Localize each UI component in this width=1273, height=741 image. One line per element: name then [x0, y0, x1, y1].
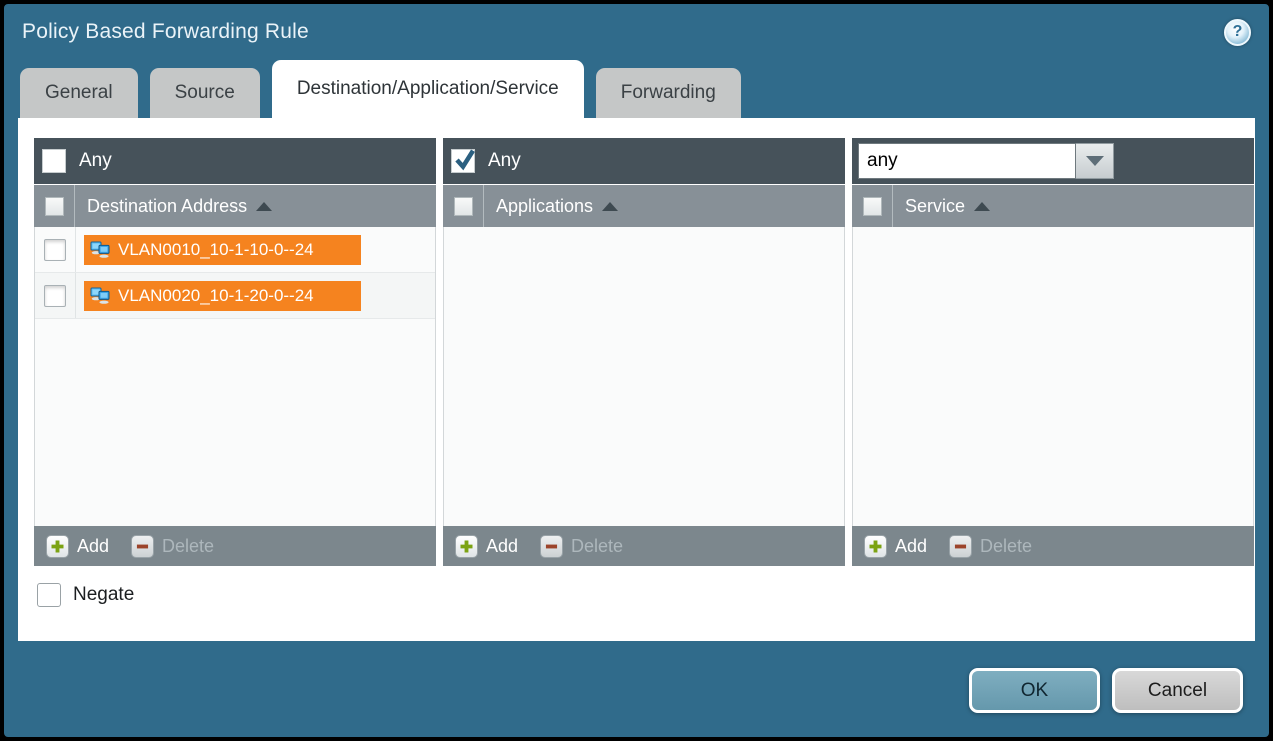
- row-checkbox-cell: [35, 227, 76, 272]
- destination-any-header: Any: [34, 138, 436, 184]
- add-button[interactable]: Add: [455, 535, 518, 558]
- applications-select-all-checkbox[interactable]: [454, 197, 473, 216]
- negate-label: Negate: [73, 584, 134, 606]
- policy-based-forwarding-dialog: Policy Based Forwarding Rule ? General S…: [0, 0, 1273, 741]
- item-label: VLAN0010_10-1-10-0--24: [118, 240, 314, 260]
- service-footer: Add Delete: [852, 526, 1254, 566]
- tab-bar: General Source Destination/Application/S…: [4, 60, 1269, 118]
- delete-button[interactable]: Delete: [131, 535, 214, 558]
- destination-header-checkbox-cell: [34, 185, 75, 227]
- add-button[interactable]: Add: [864, 535, 927, 558]
- service-column-header-row[interactable]: Service: [852, 184, 1254, 227]
- minus-icon: [540, 535, 563, 558]
- delete-label: Delete: [980, 536, 1032, 557]
- title-bar: Policy Based Forwarding Rule ?: [4, 4, 1269, 60]
- network-icon: [90, 287, 110, 304]
- service-column: Service Add Delete: [852, 138, 1254, 566]
- delete-button[interactable]: Delete: [540, 535, 623, 558]
- delete-label: Delete: [571, 536, 623, 557]
- negate-row: Negate: [18, 566, 1255, 607]
- applications-column: Any Applications Add: [443, 138, 845, 566]
- applications-footer: Add Delete: [443, 526, 845, 566]
- page-title: Policy Based Forwarding Rule: [22, 20, 309, 44]
- tab-source[interactable]: Source: [150, 68, 260, 118]
- applications-any-label: Any: [488, 150, 521, 172]
- applications-header-checkbox-cell: [443, 185, 484, 227]
- plus-icon: [864, 535, 887, 558]
- applications-any-checkbox[interactable]: [451, 149, 475, 173]
- ok-button[interactable]: OK: [969, 668, 1100, 713]
- content-panel: Any Destination Address: [18, 118, 1255, 641]
- applications-any-header: Any: [443, 138, 845, 184]
- table-row: VLAN0020_10-1-20-0--24: [35, 273, 435, 319]
- sort-asc-icon[interactable]: [974, 202, 990, 211]
- destination-select-all-checkbox[interactable]: [45, 197, 64, 216]
- columns-container: Any Destination Address: [18, 118, 1255, 566]
- chevron-down-icon: [1086, 156, 1104, 166]
- tab-forwarding[interactable]: Forwarding: [596, 68, 741, 118]
- applications-list: [443, 227, 845, 526]
- minus-icon: [949, 535, 972, 558]
- service-dropdown: [858, 143, 1114, 179]
- service-dropdown-input[interactable]: [858, 143, 1076, 179]
- add-button[interactable]: Add: [46, 535, 109, 558]
- service-list: [852, 227, 1254, 526]
- dropdown-button[interactable]: [1076, 143, 1114, 179]
- service-column-header: Service: [905, 196, 965, 217]
- applications-column-header-row[interactable]: Applications: [443, 184, 845, 227]
- help-icon[interactable]: ?: [1224, 19, 1251, 46]
- sort-asc-icon[interactable]: [256, 202, 272, 211]
- service-select-all-checkbox[interactable]: [863, 197, 882, 216]
- add-label: Add: [486, 536, 518, 557]
- list-item[interactable]: VLAN0020_10-1-20-0--24: [84, 281, 361, 311]
- row-checkbox[interactable]: [44, 285, 66, 307]
- tab-general[interactable]: General: [20, 68, 138, 118]
- delete-label: Delete: [162, 536, 214, 557]
- plus-icon: [455, 535, 478, 558]
- list-item[interactable]: VLAN0010_10-1-10-0--24: [84, 235, 361, 265]
- add-label: Add: [77, 536, 109, 557]
- service-header-checkbox-cell: [852, 185, 893, 227]
- cancel-button[interactable]: Cancel: [1112, 668, 1243, 713]
- minus-icon: [131, 535, 154, 558]
- tab-destination-application-service[interactable]: Destination/Application/Service: [272, 60, 584, 118]
- dialog-button-row: OK Cancel: [969, 668, 1243, 713]
- sort-asc-icon[interactable]: [602, 202, 618, 211]
- destination-list: VLAN0010_10-1-10-0--24: [34, 227, 436, 526]
- destination-column: Any Destination Address: [34, 138, 436, 566]
- add-label: Add: [895, 536, 927, 557]
- destination-any-label: Any: [79, 150, 112, 172]
- delete-button[interactable]: Delete: [949, 535, 1032, 558]
- row-checkbox[interactable]: [44, 239, 66, 261]
- service-dropdown-header: [852, 138, 1254, 184]
- negate-checkbox[interactable]: [37, 583, 61, 607]
- destination-column-header-row[interactable]: Destination Address: [34, 184, 436, 227]
- applications-column-header: Applications: [496, 196, 593, 217]
- plus-icon: [46, 535, 69, 558]
- network-icon: [90, 241, 110, 258]
- item-label: VLAN0020_10-1-20-0--24: [118, 286, 314, 306]
- checkmark-icon: [453, 148, 477, 172]
- destination-any-checkbox[interactable]: [42, 149, 66, 173]
- row-checkbox-cell: [35, 273, 76, 318]
- destination-footer: Add Delete: [34, 526, 436, 566]
- destination-column-header: Destination Address: [87, 196, 247, 217]
- table-row: VLAN0010_10-1-10-0--24: [35, 227, 435, 273]
